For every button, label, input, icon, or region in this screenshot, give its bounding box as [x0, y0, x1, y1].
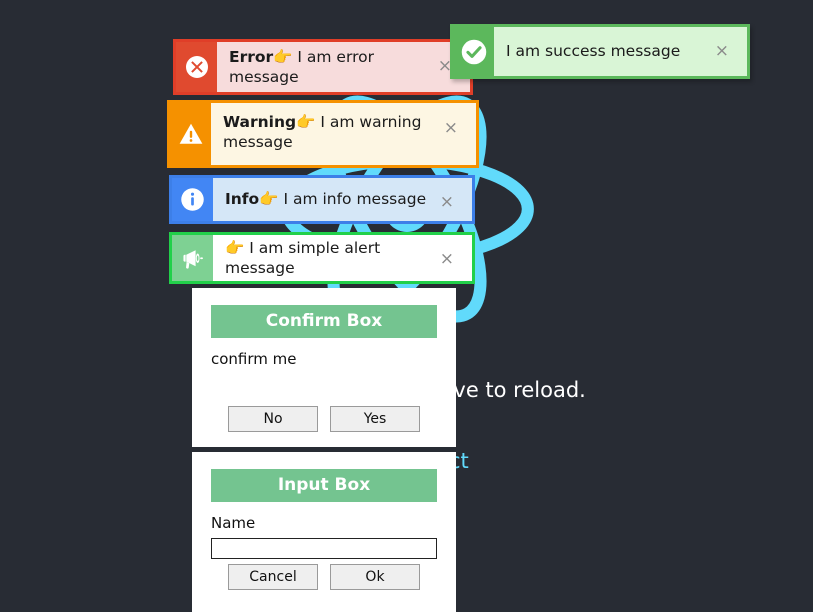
pointing-hand-icon: 👉 — [259, 190, 279, 209]
alert-warning[interactable]: Warning👉 I am warning message × — [167, 100, 479, 168]
success-check-circle-icon — [453, 27, 494, 76]
alert-info-body: Info👉 I am info message × — [213, 178, 472, 221]
alert-success-close-button[interactable]: × — [711, 41, 733, 62]
alert-info-close-button[interactable]: × — [436, 192, 458, 213]
confirm-box-dialog: Confirm Box confirm me No Yes — [192, 288, 456, 447]
input-box-actions: Cancel Ok — [192, 564, 456, 612]
name-field-label: Name — [211, 514, 256, 532]
confirm-no-button[interactable]: No — [228, 406, 318, 432]
confirm-box-message: confirm me — [211, 350, 297, 368]
alert-info[interactable]: Info👉 I am info message × — [169, 175, 475, 224]
alert-warning-body: Warning👉 I am warning message × — [211, 103, 476, 165]
confirm-box-content: confirm me — [192, 338, 456, 406]
error-circle-x-icon — [176, 42, 217, 92]
alert-warning-close-button[interactable]: × — [440, 118, 462, 139]
alert-simple-body: 👉 I am simple alert message × — [213, 235, 472, 281]
megaphone-icon — [172, 235, 213, 281]
input-box-content: Name — [192, 502, 456, 564]
alert-info-title: Info — [225, 190, 260, 209]
confirm-yes-button[interactable]: Yes — [330, 406, 420, 432]
input-box-title: Input Box — [211, 469, 437, 502]
alert-success[interactable]: I am success message × — [450, 24, 750, 79]
warning-triangle-icon — [170, 103, 211, 165]
confirm-box-actions: No Yes — [192, 406, 456, 447]
input-ok-button[interactable]: Ok — [330, 564, 420, 590]
pointing-hand-icon: 👉 — [225, 238, 245, 257]
name-input[interactable] — [211, 538, 437, 559]
input-cancel-button[interactable]: Cancel — [228, 564, 318, 590]
alert-info-message: Info👉 I am info message — [225, 189, 428, 209]
alert-error-message: Error👉 I am error message — [229, 47, 426, 88]
alert-info-text: I am info message — [278, 190, 427, 209]
alert-simple-message: 👉 I am simple alert message — [225, 238, 428, 279]
alert-error-title: Error — [229, 47, 274, 66]
info-circle-icon — [172, 178, 213, 221]
alert-simple[interactable]: 👉 I am simple alert message × — [169, 232, 475, 284]
alert-error[interactable]: Error👉 I am error message × — [173, 39, 473, 95]
alert-warning-title: Warning — [223, 113, 297, 131]
alert-simple-close-button[interactable]: × — [436, 249, 458, 270]
alert-warning-message: Warning👉 I am warning message — [223, 112, 432, 153]
alert-success-message: I am success message — [506, 42, 681, 61]
pointing-hand-icon: 👉 — [296, 113, 316, 131]
input-box-dialog: Input Box Name Cancel Ok — [192, 452, 456, 612]
pointing-hand-icon: 👉 — [273, 47, 293, 66]
alert-success-body: I am success message × — [494, 27, 747, 76]
alert-simple-text: I am simple alert message — [225, 238, 381, 277]
alert-error-body: Error👉 I am error message × — [217, 42, 470, 92]
confirm-box-title: Confirm Box — [211, 305, 437, 338]
